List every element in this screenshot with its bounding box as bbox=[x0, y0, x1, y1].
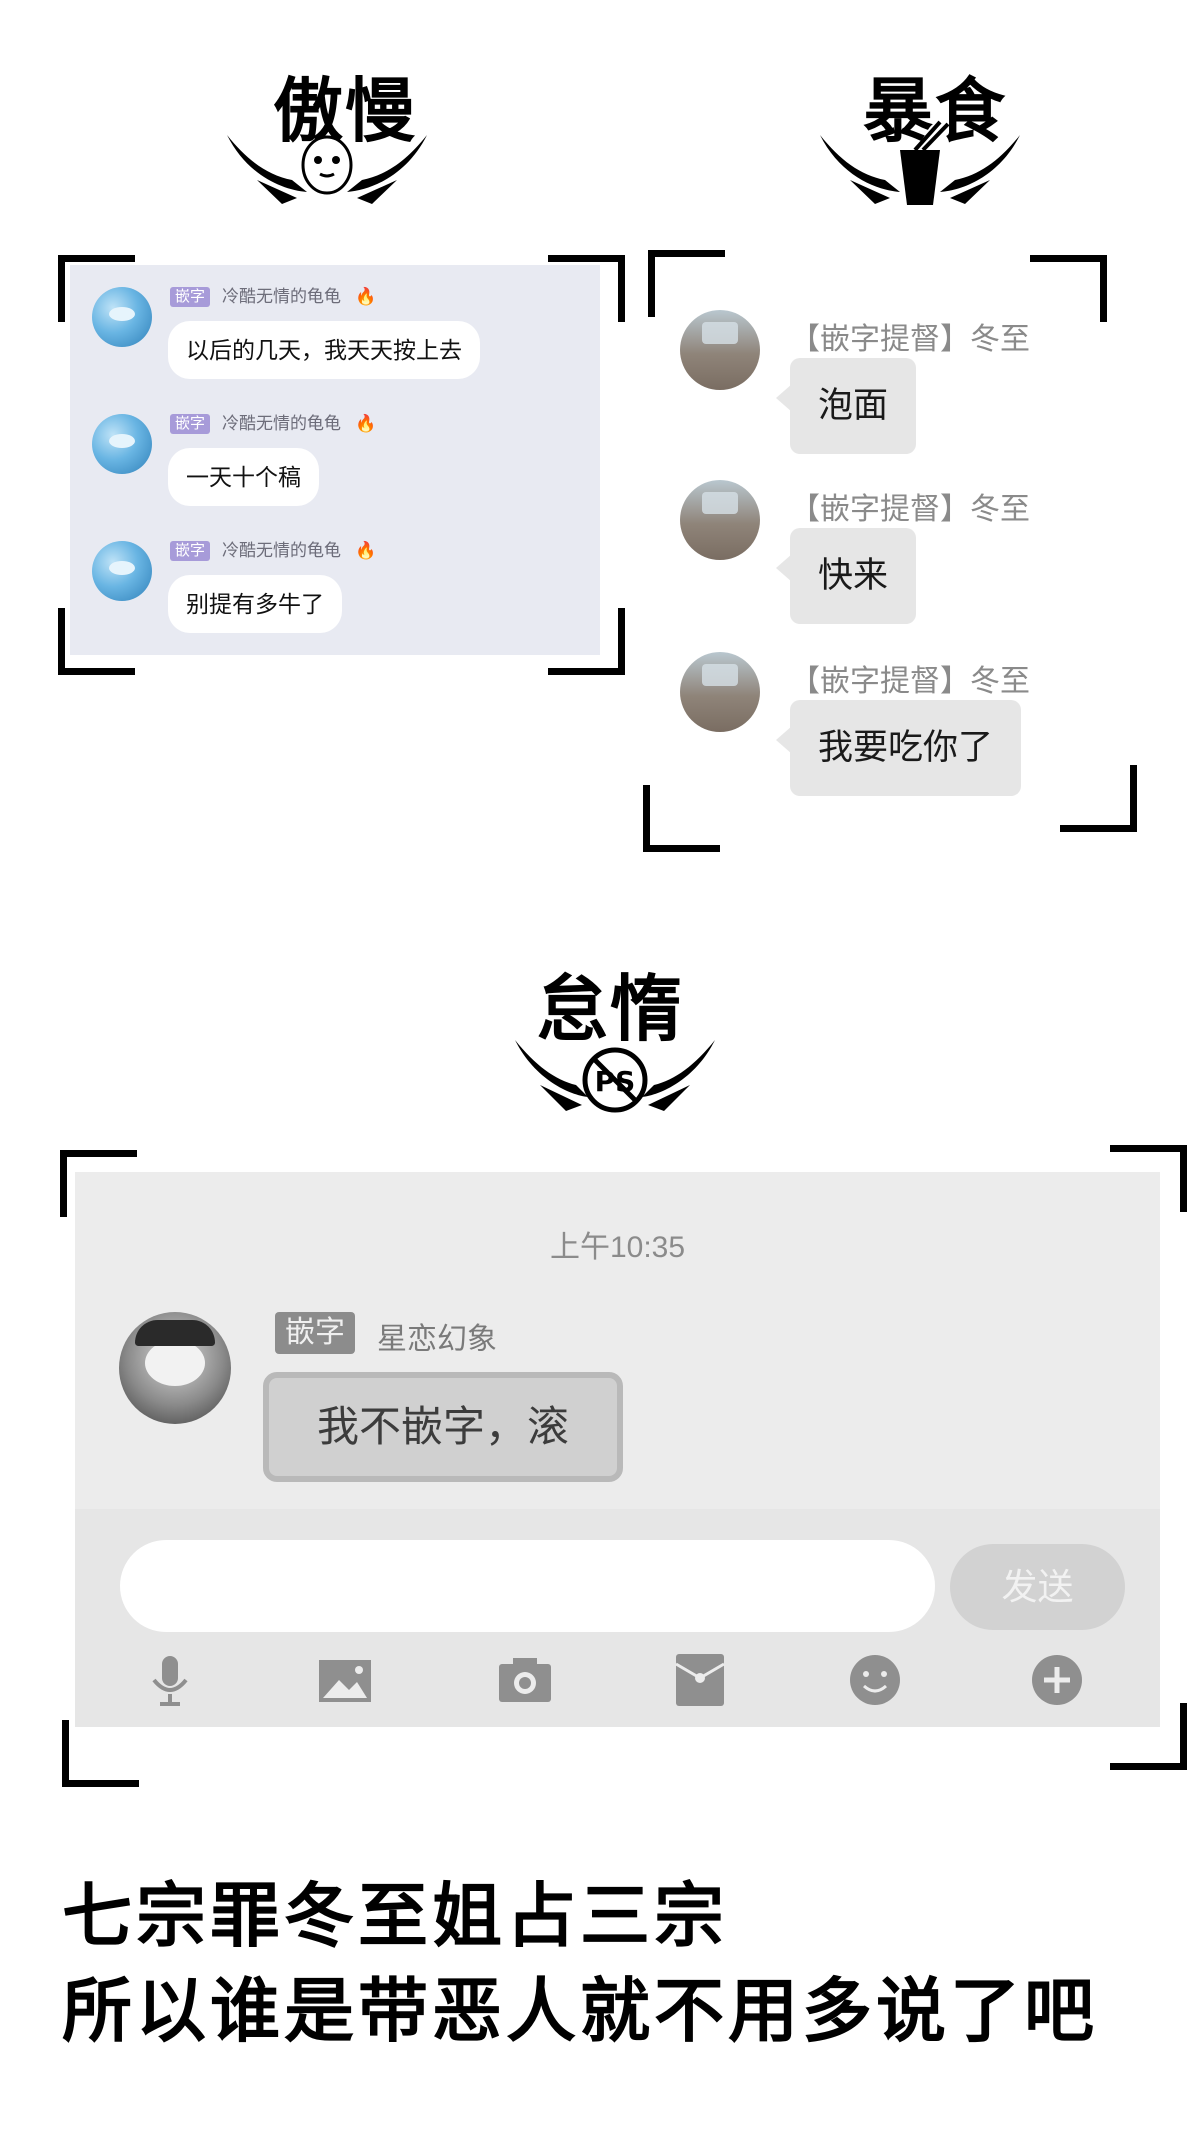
send-button[interactable]: 发送 bbox=[950, 1544, 1125, 1630]
chat-message: 嵌字 冷酷无情的龟龟 🔥 一天十个稿 bbox=[70, 392, 600, 512]
message-bubble[interactable]: 别提有多牛了 bbox=[168, 575, 342, 633]
sender-name[interactable]: 【嵌字提督】冬至 bbox=[790, 484, 1030, 528]
chat-message: 【嵌字提督】冬至 泡面 bbox=[660, 290, 1100, 460]
sloth-chat-panel: 上午10:35 嵌字 星恋幻象 我不嵌字，滚 发送 bbox=[75, 1172, 1160, 1727]
sender-name[interactable]: 冷酷无情的龟龟 bbox=[222, 414, 341, 434]
gluttony-emblem-icon bbox=[820, 120, 1020, 205]
message-bubble[interactable]: 我不嵌字，滚 bbox=[263, 1372, 623, 1482]
avatar[interactable] bbox=[119, 1312, 231, 1424]
image-icon[interactable] bbox=[315, 1650, 375, 1710]
title-badge: 嵌字 bbox=[170, 414, 211, 434]
camera-icon[interactable] bbox=[495, 1650, 555, 1710]
chat-message: 嵌字 冷酷无情的龟龟 🔥 别提有多牛了 bbox=[70, 519, 600, 639]
gluttony-chat-panel: 【嵌字提督】冬至 泡面 【嵌字提督】冬至 快来 【嵌字提督】冬至 我要吃你了 bbox=[660, 280, 1100, 796]
footer-line-1: 七宗罪冬至姐占三宗 bbox=[62, 1875, 728, 1957]
message-timestamp: 上午10:35 bbox=[549, 1231, 686, 1264]
chat-message: 【嵌字提督】冬至 我要吃你了 bbox=[660, 632, 1100, 802]
title-badge: 嵌字 bbox=[275, 1312, 355, 1354]
sender-name[interactable]: 冷酷无情的龟龟 bbox=[222, 287, 341, 307]
ps-emblem-label: PS bbox=[595, 1065, 636, 1098]
message-input[interactable] bbox=[120, 1540, 935, 1632]
avatar[interactable] bbox=[680, 480, 760, 560]
fire-icon: 🔥 bbox=[355, 287, 377, 307]
avatar[interactable] bbox=[92, 541, 152, 601]
title-badge: 嵌字 bbox=[170, 287, 211, 307]
plus-icon[interactable] bbox=[1027, 1650, 1087, 1710]
sender-name[interactable]: 【嵌字提督】冬至 bbox=[790, 656, 1030, 700]
frame-corner bbox=[62, 1720, 139, 1787]
red-packet-icon[interactable] bbox=[670, 1650, 730, 1710]
pride-emblem-icon bbox=[227, 135, 427, 204]
message-bubble[interactable]: 一天十个稿 bbox=[168, 448, 319, 506]
avatar[interactable] bbox=[92, 287, 152, 347]
chat-message: 【嵌字提督】冬至 快来 bbox=[660, 460, 1100, 630]
message-bubble[interactable]: 以后的几天，我天天按上去 bbox=[168, 321, 480, 379]
avatar[interactable] bbox=[680, 652, 760, 732]
message-bubble[interactable]: 我要吃你了 bbox=[775, 700, 1022, 796]
avatar[interactable] bbox=[92, 414, 152, 474]
chat-message: 嵌字 冷酷无情的龟龟 🔥 以后的几天，我天天按上去 bbox=[70, 265, 600, 385]
pride-chat-panel: 嵌字 冷酷无情的龟龟 🔥 以后的几天，我天天按上去 嵌字 冷酷无情的龟龟 🔥 一… bbox=[70, 265, 600, 655]
footer-line-2: 所以谁是带恶人就不用多说了吧 bbox=[62, 1970, 1098, 2052]
emoji-icon[interactable] bbox=[845, 1650, 905, 1710]
message-bubble[interactable]: 快来 bbox=[775, 528, 917, 624]
microphone-icon[interactable] bbox=[140, 1650, 200, 1710]
sloth-emblem-icon: PS bbox=[515, 1040, 715, 1113]
title-badge: 嵌字 bbox=[170, 541, 211, 561]
avatar[interactable] bbox=[680, 310, 760, 390]
sender-name[interactable]: 冷酷无情的龟龟 bbox=[222, 541, 341, 561]
sender-name[interactable]: 【嵌字提督】冬至 bbox=[790, 314, 1030, 358]
fire-icon: 🔥 bbox=[355, 414, 377, 434]
message-bubble[interactable]: 泡面 bbox=[775, 358, 917, 454]
fire-icon: 🔥 bbox=[355, 541, 377, 561]
sender-name[interactable]: 星恋幻象 bbox=[377, 1314, 497, 1358]
